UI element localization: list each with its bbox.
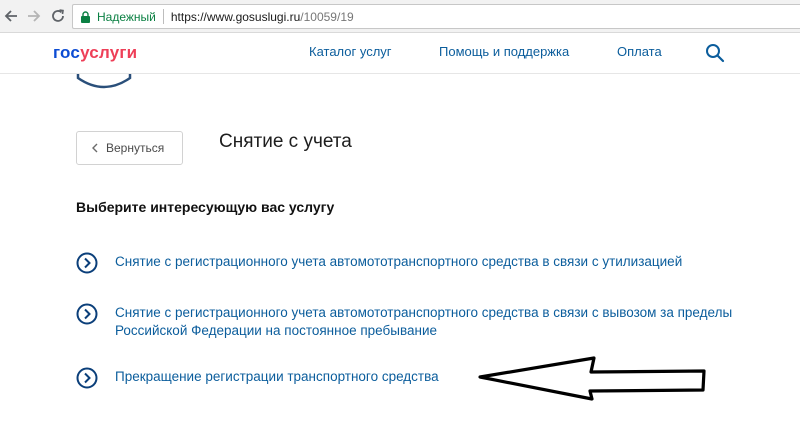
secure-connection-label: Надежный: [97, 9, 156, 24]
logo-part-uslugi: услуги: [80, 43, 138, 62]
service-link-utilization[interactable]: Снятие с регистрационного учета автомото…: [115, 253, 682, 271]
section-heading: Выберите интересующую вас услугу: [76, 199, 335, 215]
gosuslugi-logo[interactable]: госуслуги: [53, 43, 137, 63]
browser-reload-button[interactable]: [47, 5, 69, 27]
site-header: госуслуги Каталог услуг Помощь и поддерж…: [0, 34, 800, 74]
service-item[interactable]: Снятие с регистрационного учета автомото…: [76, 303, 786, 340]
search-icon: [706, 44, 725, 63]
back-button[interactable]: Вернуться: [76, 131, 183, 165]
chevron-left-icon: [91, 143, 98, 153]
arrow-circle-right-icon: [76, 367, 98, 389]
service-link-export[interactable]: Снятие с регистрационного учета автомото…: [115, 304, 786, 340]
nav-help-link[interactable]: Помощь и поддержка: [439, 44, 569, 59]
back-button-label: Вернуться: [106, 141, 165, 155]
arrow-circle-right-icon: [76, 303, 98, 325]
arrow-circle-right-icon: [76, 252, 98, 274]
service-link-termination[interactable]: Прекращение регистрации транспортного ср…: [115, 368, 439, 386]
url-path: /10059/19: [300, 9, 354, 24]
address-bar[interactable]: Надежный https://www.gosuslugi.ru/10059/…: [72, 4, 800, 29]
forward-icon: [28, 10, 41, 22]
page-title: Снятие с учета: [219, 131, 352, 152]
lock-icon: [80, 10, 92, 23]
annotation-arrow-icon: [478, 356, 706, 401]
back-icon: [4, 10, 17, 22]
browser-forward-button[interactable]: [23, 5, 45, 27]
nav-payment-link[interactable]: Оплата: [617, 44, 662, 59]
url-host: https://www.gosuslugi.ru: [170, 9, 301, 24]
logo-part-gos: гос: [53, 43, 81, 62]
browser-back-button[interactable]: [0, 5, 22, 27]
search-button[interactable]: [705, 43, 725, 63]
address-separator: [162, 9, 164, 24]
nav-catalog-link[interactable]: Каталог услуг: [309, 44, 392, 59]
browser-toolbar: Надежный https://www.gosuslugi.ru/10059/…: [0, 0, 800, 33]
reload-icon: [52, 9, 64, 22]
service-item[interactable]: Снятие с регистрационного учета автомото…: [76, 252, 786, 274]
emblem-shape-icon: [76, 74, 132, 89]
